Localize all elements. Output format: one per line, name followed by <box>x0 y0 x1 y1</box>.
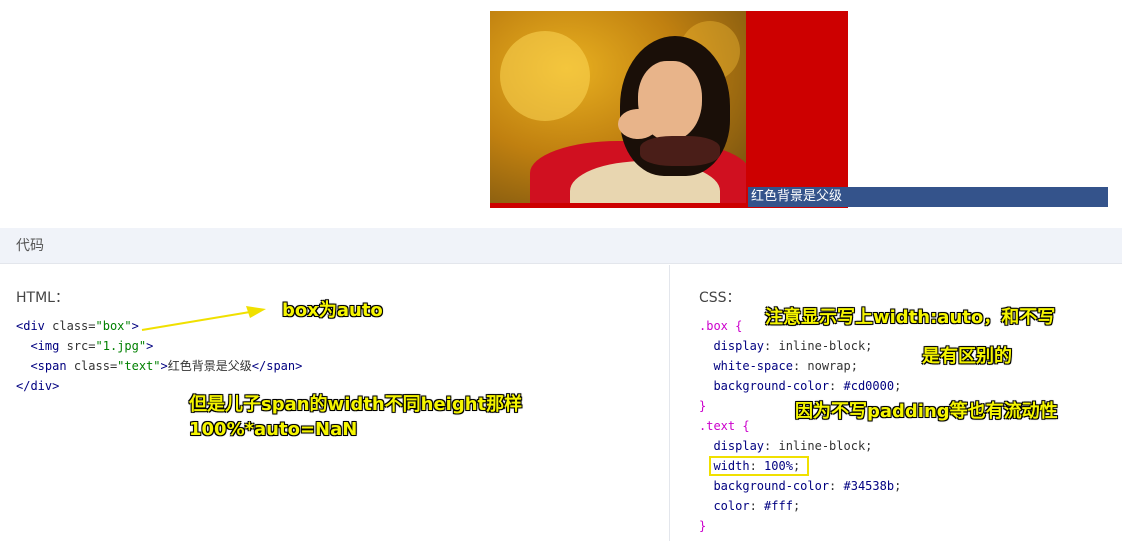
code-header: 代码 <box>0 228 1122 264</box>
html-pane-title: HTML： <box>16 290 69 306</box>
annotation-width-auto-2: 是有区别的 <box>922 346 1012 367</box>
css-code: .box { display: inline-block; white-spac… <box>699 319 902 533</box>
demo-box-parent <box>490 11 848 208</box>
arrow-icon <box>141 306 266 331</box>
demo-area: 红色背景是父级 <box>0 0 1122 228</box>
css-pane-title: CSS： <box>699 290 741 306</box>
annotation-width-auto-1: 注意显示写上width:auto，和不写 <box>765 307 1056 328</box>
annotation-span-width-2: 100%*auto=NaN <box>189 419 358 440</box>
annotation-span-width-1: 但是儿子span的width不同height那样 <box>189 394 523 415</box>
demo-text-span: 红色背景是父级 <box>748 187 1108 207</box>
annotation-box-auto: box为auto <box>282 300 383 321</box>
annotation-padding: 因为不写padding等也有流动性 <box>795 401 1058 422</box>
width-highlight-box <box>709 456 809 476</box>
demo-photo <box>490 11 746 203</box>
